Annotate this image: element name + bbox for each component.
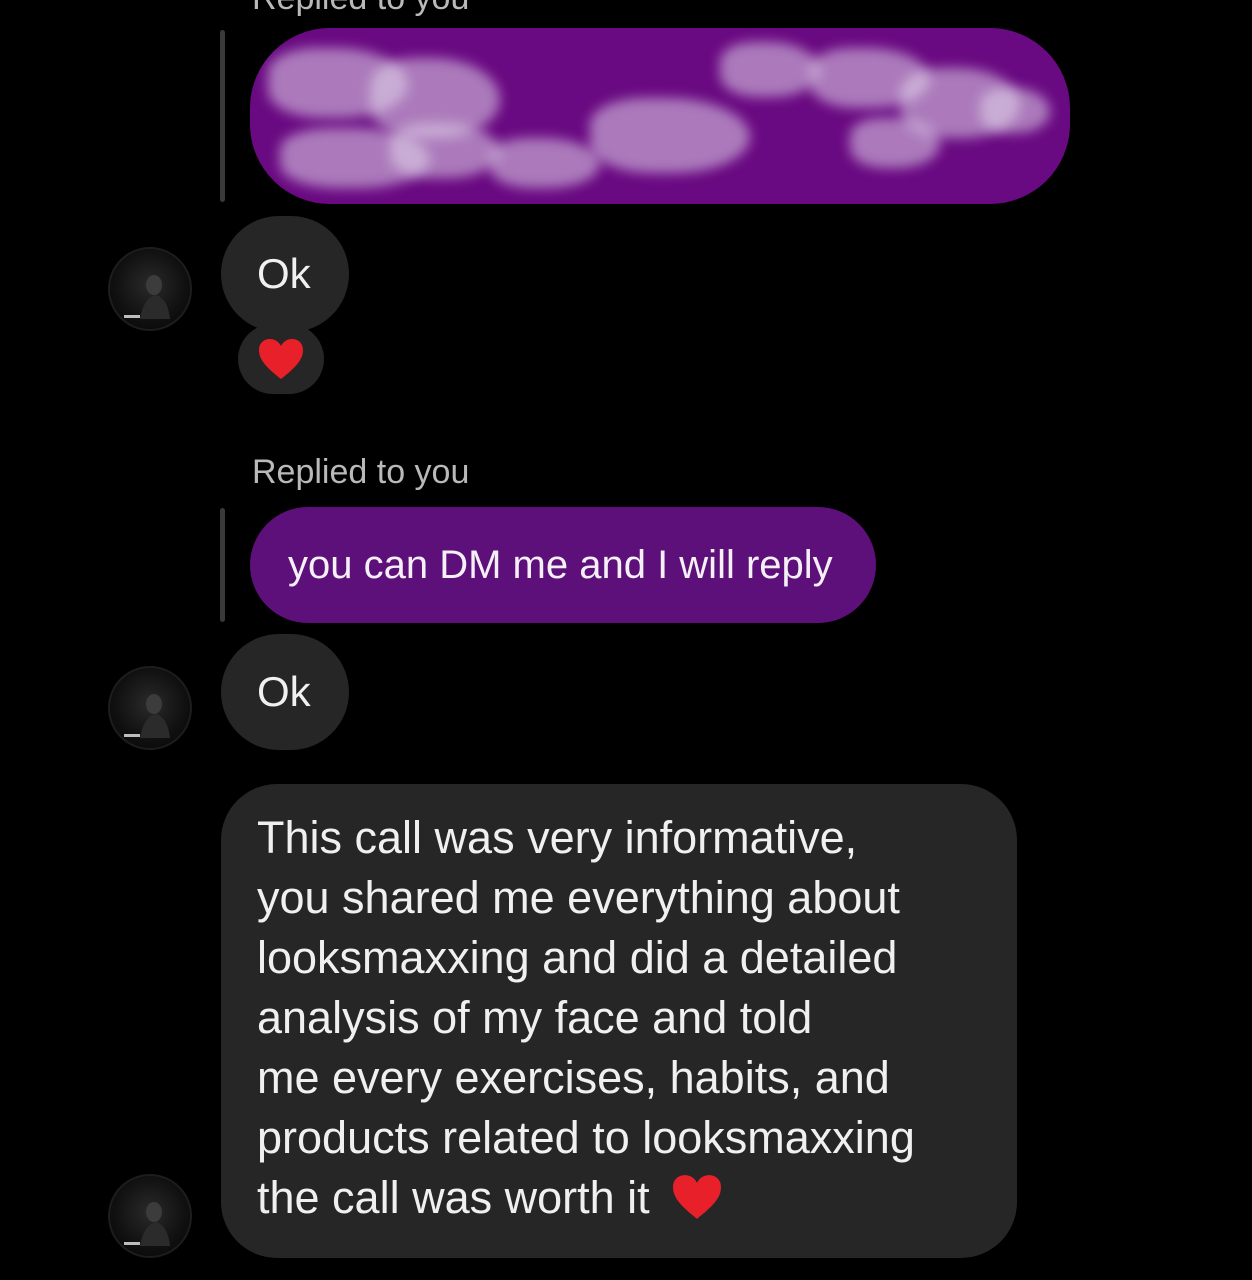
message-line: products related to looksmaxxing [257, 1112, 915, 1163]
profile-silhouette-icon [124, 275, 170, 319]
redaction-scribble [720, 42, 820, 97]
red-heart-icon [259, 339, 303, 379]
message-line: you shared me everything about [257, 872, 900, 923]
sent-message-text: you can DM me and I will reply [288, 542, 833, 587]
message-line-last: the call was worth it [257, 1168, 983, 1228]
message-line: This call was very informative, [257, 812, 858, 863]
received-message-ok[interactable]: Ok [221, 216, 349, 332]
reply-label-top: Replied to you [252, 0, 469, 18]
reply-label: Replied to you [252, 453, 470, 491]
received-message-long[interactable]: This call was very informative, you shar… [221, 784, 1017, 1258]
message-line: looksmaxxing and did a detailed [257, 932, 898, 983]
message-line-text: the call was worth it [257, 1172, 650, 1223]
message-line: me every exercises, habits, and [257, 1052, 890, 1103]
sender-avatar[interactable] [108, 1174, 192, 1258]
sender-avatar[interactable] [108, 247, 192, 331]
redaction-scribble [590, 98, 750, 173]
redaction-scribble [850, 118, 940, 168]
message-line: analysis of my face and told [257, 992, 813, 1043]
reply-indicator-bar [220, 30, 225, 202]
received-message-ok[interactable]: Ok [221, 634, 349, 750]
redaction-scribble [980, 88, 1050, 133]
redacted-message-bubble[interactable] [250, 28, 1070, 204]
profile-silhouette-icon [124, 1202, 170, 1246]
profile-silhouette-icon [124, 694, 170, 738]
redaction-scribble [490, 138, 600, 188]
reply-indicator-bar [220, 508, 225, 622]
sender-avatar[interactable] [108, 666, 192, 750]
redaction-scribble [390, 123, 500, 178]
sent-message-bubble[interactable]: you can DM me and I will reply [250, 507, 876, 623]
heart-reaction[interactable] [238, 324, 324, 394]
red-heart-icon [673, 1175, 722, 1219]
